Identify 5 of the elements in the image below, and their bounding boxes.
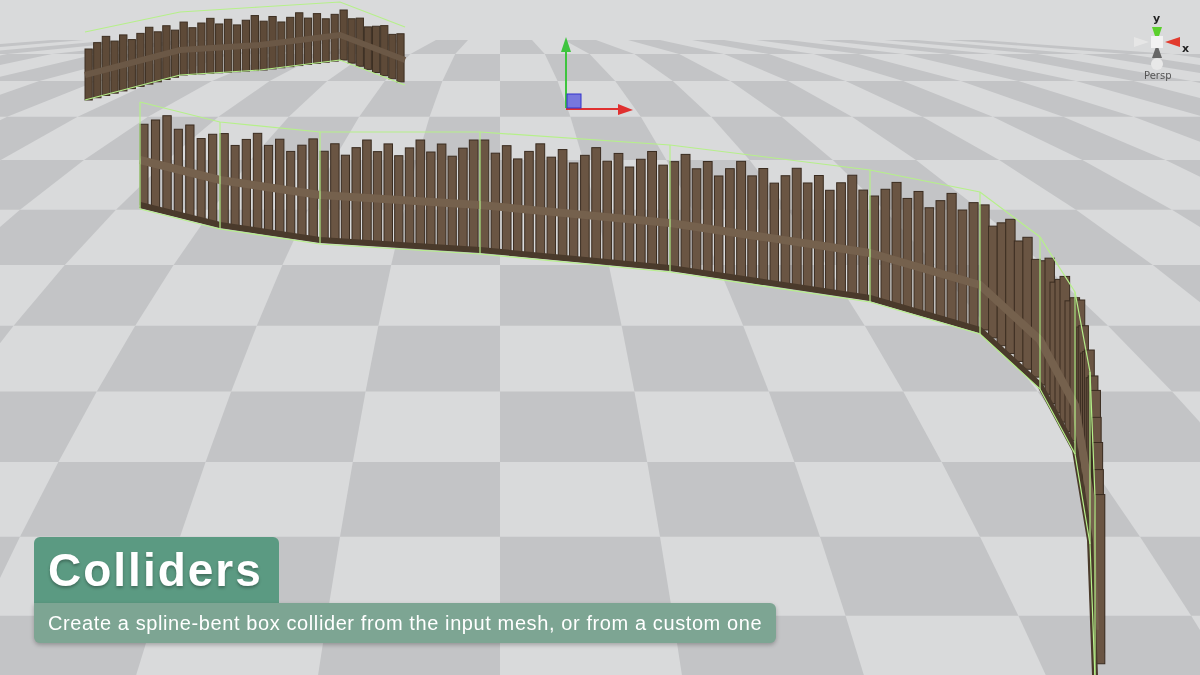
caption-subtitle: Create a spline-bent box collider from the input mesh, or from a custom one: [34, 603, 777, 643]
y-axis-label: y: [1153, 13, 1161, 24]
projection-toggle[interactable]: Persp: [1144, 70, 1172, 82]
x-axis-label: x: [1182, 43, 1190, 54]
caption-title: Colliders: [34, 537, 279, 603]
